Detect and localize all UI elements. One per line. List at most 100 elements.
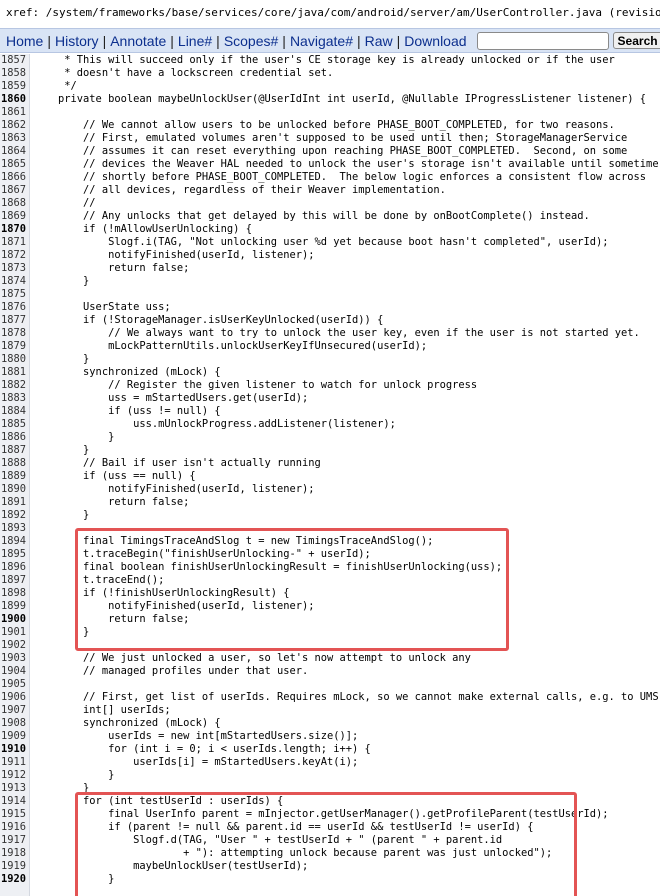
nav-scopes-link[interactable]: Scopes#	[224, 33, 278, 49]
line-number-link[interactable]: 1860	[0, 93, 26, 106]
line-number-link[interactable]: 1895	[0, 548, 26, 561]
xref-path-header: xref: /system/frameworks/base/services/c…	[0, 0, 660, 28]
line-number-link[interactable]: 1911	[0, 756, 26, 769]
code-line: 1898 if (!finishUserUnlockingResult) {	[0, 587, 660, 600]
line-number-link[interactable]: 1917	[0, 834, 26, 847]
line-number-link[interactable]: 1915	[0, 808, 26, 821]
line-number-link[interactable]: 1870	[0, 223, 26, 236]
line-number-link[interactable]: 1882	[0, 379, 26, 392]
code-line: 1872 notifyFinished(userId, listener);	[0, 249, 660, 262]
line-number-link[interactable]: 1859	[0, 80, 26, 93]
line-number-link[interactable]: 1901	[0, 626, 26, 639]
code-text: if (parent != null && parent.id == userI…	[33, 821, 534, 833]
line-number-link[interactable]: 1883	[0, 392, 26, 405]
code-text: // Register the given listener to watch …	[33, 379, 478, 391]
line-number-link[interactable]: 1872	[0, 249, 26, 262]
line-number-link[interactable]: 1861	[0, 106, 26, 119]
line-number-link[interactable]: 1871	[0, 236, 26, 249]
line-number-link[interactable]: 1893	[0, 522, 26, 535]
line-number-link[interactable]: 1885	[0, 418, 26, 431]
line-number-link[interactable]: 1878	[0, 327, 26, 340]
line-number-link[interactable]: 1902	[0, 639, 26, 652]
line-number-link[interactable]: 1879	[0, 340, 26, 353]
code-text: // devices the Weaver HAL needed to unlo…	[33, 158, 659, 170]
line-number-link[interactable]: 1880	[0, 353, 26, 366]
line-number-link[interactable]: 1867	[0, 184, 26, 197]
line-number-link[interactable]: 1868	[0, 197, 26, 210]
line-number-link[interactable]: 1875	[0, 288, 26, 301]
code-line: 1888 // Bail if user isn't actually runn…	[0, 457, 660, 470]
code-line: 1907 int[] userIds;	[0, 704, 660, 717]
search-button[interactable]: Search	[612, 32, 660, 49]
line-number-link[interactable]: 1898	[0, 587, 26, 600]
code-line: 1899 notifyFinished(userId, listener);	[0, 600, 660, 613]
search-input[interactable]	[476, 31, 609, 50]
line-number-link[interactable]: 1897	[0, 574, 26, 587]
line-number-link[interactable]: 1900	[0, 613, 26, 626]
line-number-link[interactable]: 1909	[0, 730, 26, 743]
line-number-link[interactable]: 1881	[0, 366, 26, 379]
line-number-link[interactable]: 1876	[0, 301, 26, 314]
code-text: }	[33, 431, 115, 443]
line-number-link[interactable]: 1896	[0, 561, 26, 574]
line-number-link[interactable]: 1869	[0, 210, 26, 223]
line-number-link[interactable]: 1918	[0, 847, 26, 860]
line-number-link[interactable]: 1891	[0, 496, 26, 509]
code-line: 1918 + "): attempting unlock because par…	[0, 847, 660, 860]
code-line: 1885 uss.mUnlockProgress.addListener(lis…	[0, 418, 660, 431]
code-line: 1884 if (uss != null) {	[0, 405, 660, 418]
line-number-link[interactable]: 1890	[0, 483, 26, 496]
nav-download-link[interactable]: Download	[404, 33, 466, 49]
nav-history-link[interactable]: History	[55, 33, 99, 49]
line-number-link[interactable]: 1873	[0, 262, 26, 275]
line-number-link[interactable]: 1894	[0, 535, 26, 548]
nav-navigate-link[interactable]: Navigate#	[290, 33, 353, 49]
line-number-link[interactable]: 1919	[0, 860, 26, 873]
line-number-link[interactable]: 1862	[0, 119, 26, 132]
line-number-link[interactable]: 1888	[0, 457, 26, 470]
line-number-link[interactable]: 1874	[0, 275, 26, 288]
line-number-link[interactable]: 1912	[0, 769, 26, 782]
line-number-link[interactable]: 1866	[0, 171, 26, 184]
code-text: // We always want to try to unlock the u…	[33, 327, 640, 339]
line-number-link[interactable]: 1887	[0, 444, 26, 457]
line-number-link[interactable]: 1886	[0, 431, 26, 444]
nav-annotate-link[interactable]: Annotate	[110, 33, 166, 49]
line-number-link[interactable]: 1914	[0, 795, 26, 808]
code-line: 1861	[0, 106, 660, 119]
code-line: 1857 * This will succeed only if the use…	[0, 54, 660, 67]
line-number-link[interactable]: 1863	[0, 132, 26, 145]
line-number-link[interactable]: 1889	[0, 470, 26, 483]
code-line: 1881 synchronized (mLock) {	[0, 366, 660, 379]
line-number-link[interactable]: 1899	[0, 600, 26, 613]
code-line: 1901 }	[0, 626, 660, 639]
line-number-link[interactable]: 1916	[0, 821, 26, 834]
code-line: 1912 }	[0, 769, 660, 782]
line-number-link[interactable]: 1920	[0, 873, 26, 886]
line-number-link[interactable]: 1904	[0, 665, 26, 678]
nav-line-link[interactable]: Line#	[178, 33, 212, 49]
line-number-link[interactable]: 1884	[0, 405, 26, 418]
line-number-link[interactable]: 1903	[0, 652, 26, 665]
code-text: // Any unlocks that get delayed by this …	[33, 210, 590, 222]
nav-home-link[interactable]: Home	[6, 33, 43, 49]
line-number-link[interactable]: 1906	[0, 691, 26, 704]
code-text: if (!finishUserUnlockingResult) {	[33, 587, 290, 599]
line-number-link[interactable]: 1857	[0, 54, 26, 67]
line-number-link[interactable]: 1877	[0, 314, 26, 327]
nav-raw-link[interactable]: Raw	[365, 33, 393, 49]
line-number-link[interactable]: 1865	[0, 158, 26, 171]
line-number-link[interactable]: 1907	[0, 704, 26, 717]
line-number-link[interactable]: 1892	[0, 509, 26, 522]
code-line: 1903 // We just unlocked a user, so let'…	[0, 652, 660, 665]
line-number-link[interactable]: 1908	[0, 717, 26, 730]
code-text: if (!mAllowUserUnlocking) {	[33, 223, 252, 235]
code-line: 1905	[0, 678, 660, 691]
code-text: }	[33, 353, 90, 365]
line-number-link[interactable]: 1858	[0, 67, 26, 80]
line-number-link[interactable]: 1905	[0, 678, 26, 691]
line-number-link[interactable]: 1910	[0, 743, 26, 756]
line-number-link[interactable]: 1913	[0, 782, 26, 795]
code-line: 1867 // all devices, regardless of their…	[0, 184, 660, 197]
line-number-link[interactable]: 1864	[0, 145, 26, 158]
